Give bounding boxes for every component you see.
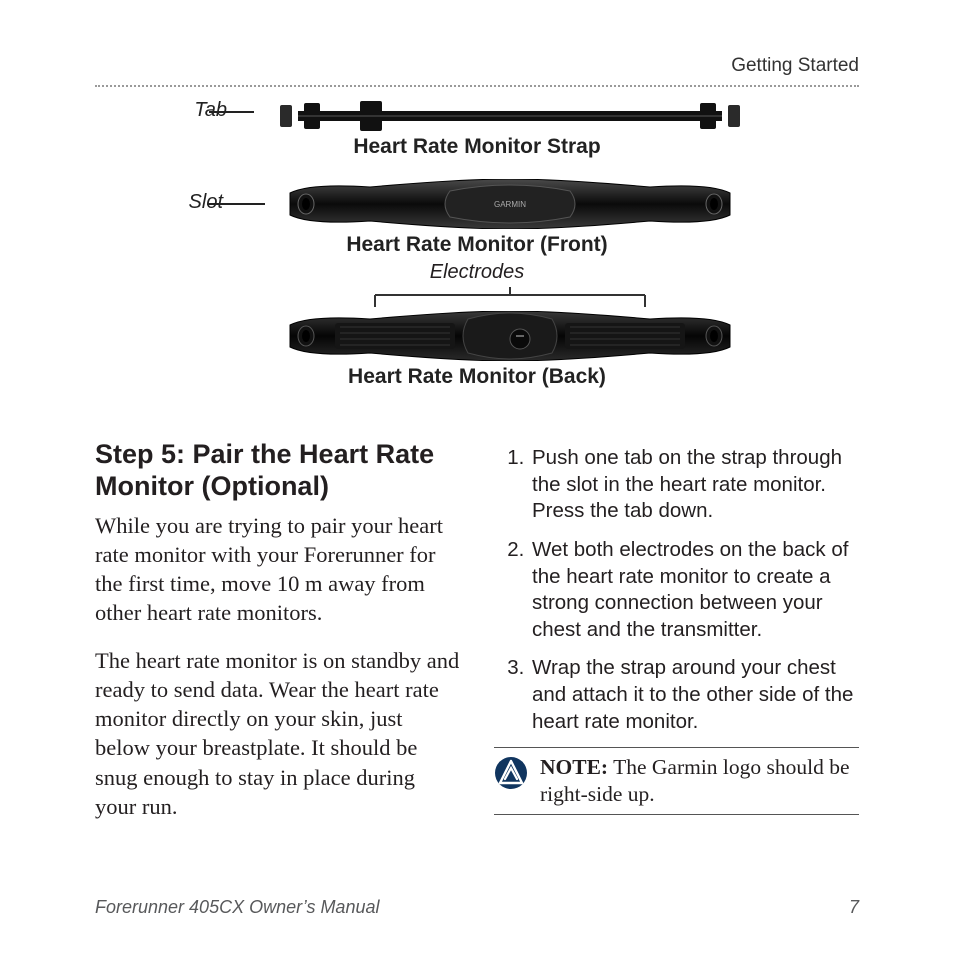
note-text: NOTE: The Garmin logo should be right-si… — [540, 754, 859, 808]
note-icon — [494, 756, 528, 790]
callout-slot-line — [207, 203, 265, 205]
manual-page: Getting Started Tab Heart Rate Monitor S… — [0, 0, 954, 954]
list-item: Push one tab on the strap through the sl… — [530, 445, 859, 525]
hrm-diagram: Tab Heart Rate Monitor Strap Slot — [95, 93, 859, 433]
garmin-brand-text: GARMIN — [494, 200, 526, 209]
body-columns: Step 5: Pair the Heart Rate Monitor (Opt… — [95, 439, 859, 839]
intro-para-2: The heart rate monitor is on standby and… — [95, 646, 460, 822]
header-rule — [95, 85, 859, 87]
caption-front: Heart Rate Monitor (Front) — [95, 233, 859, 257]
instruction-list: Push one tab on the strap through the sl… — [494, 445, 859, 735]
left-column: Step 5: Pair the Heart Rate Monitor (Opt… — [95, 439, 460, 839]
hrm-strap-illustration — [280, 99, 740, 133]
label-electrodes: Electrodes — [95, 261, 859, 284]
callout-tab: Tab — [167, 99, 227, 122]
callout-slot-text: Slot — [189, 191, 223, 213]
step-heading: Step 5: Pair the Heart Rate Monitor (Opt… — [95, 439, 460, 503]
hrm-back-illustration — [280, 311, 740, 361]
callout-slot: Slot — [163, 191, 223, 214]
page-number: 7 — [849, 897, 859, 918]
note-label: NOTE: — [540, 755, 608, 779]
list-item: Wet both electrodes on the back of the h… — [530, 537, 859, 644]
callout-tab-text: Tab — [194, 99, 227, 121]
caption-strap: Heart Rate Monitor Strap — [95, 135, 859, 159]
page-footer: Forerunner 405CX Owner’s Manual 7 — [95, 897, 859, 918]
list-item: Wrap the strap around your chest and att… — [530, 655, 859, 735]
right-column: Push one tab on the strap through the sl… — [494, 439, 859, 839]
note-box: NOTE: The Garmin logo should be right-si… — [494, 747, 859, 815]
callout-tab-line — [209, 111, 254, 113]
caption-back: Heart Rate Monitor (Back) — [95, 365, 859, 389]
manual-title: Forerunner 405CX Owner’s Manual — [95, 897, 379, 918]
running-header: Getting Started — [95, 55, 859, 85]
hrm-front-illustration: GARMIN — [280, 179, 740, 229]
intro-para-1: While you are trying to pair your heart … — [95, 511, 460, 628]
